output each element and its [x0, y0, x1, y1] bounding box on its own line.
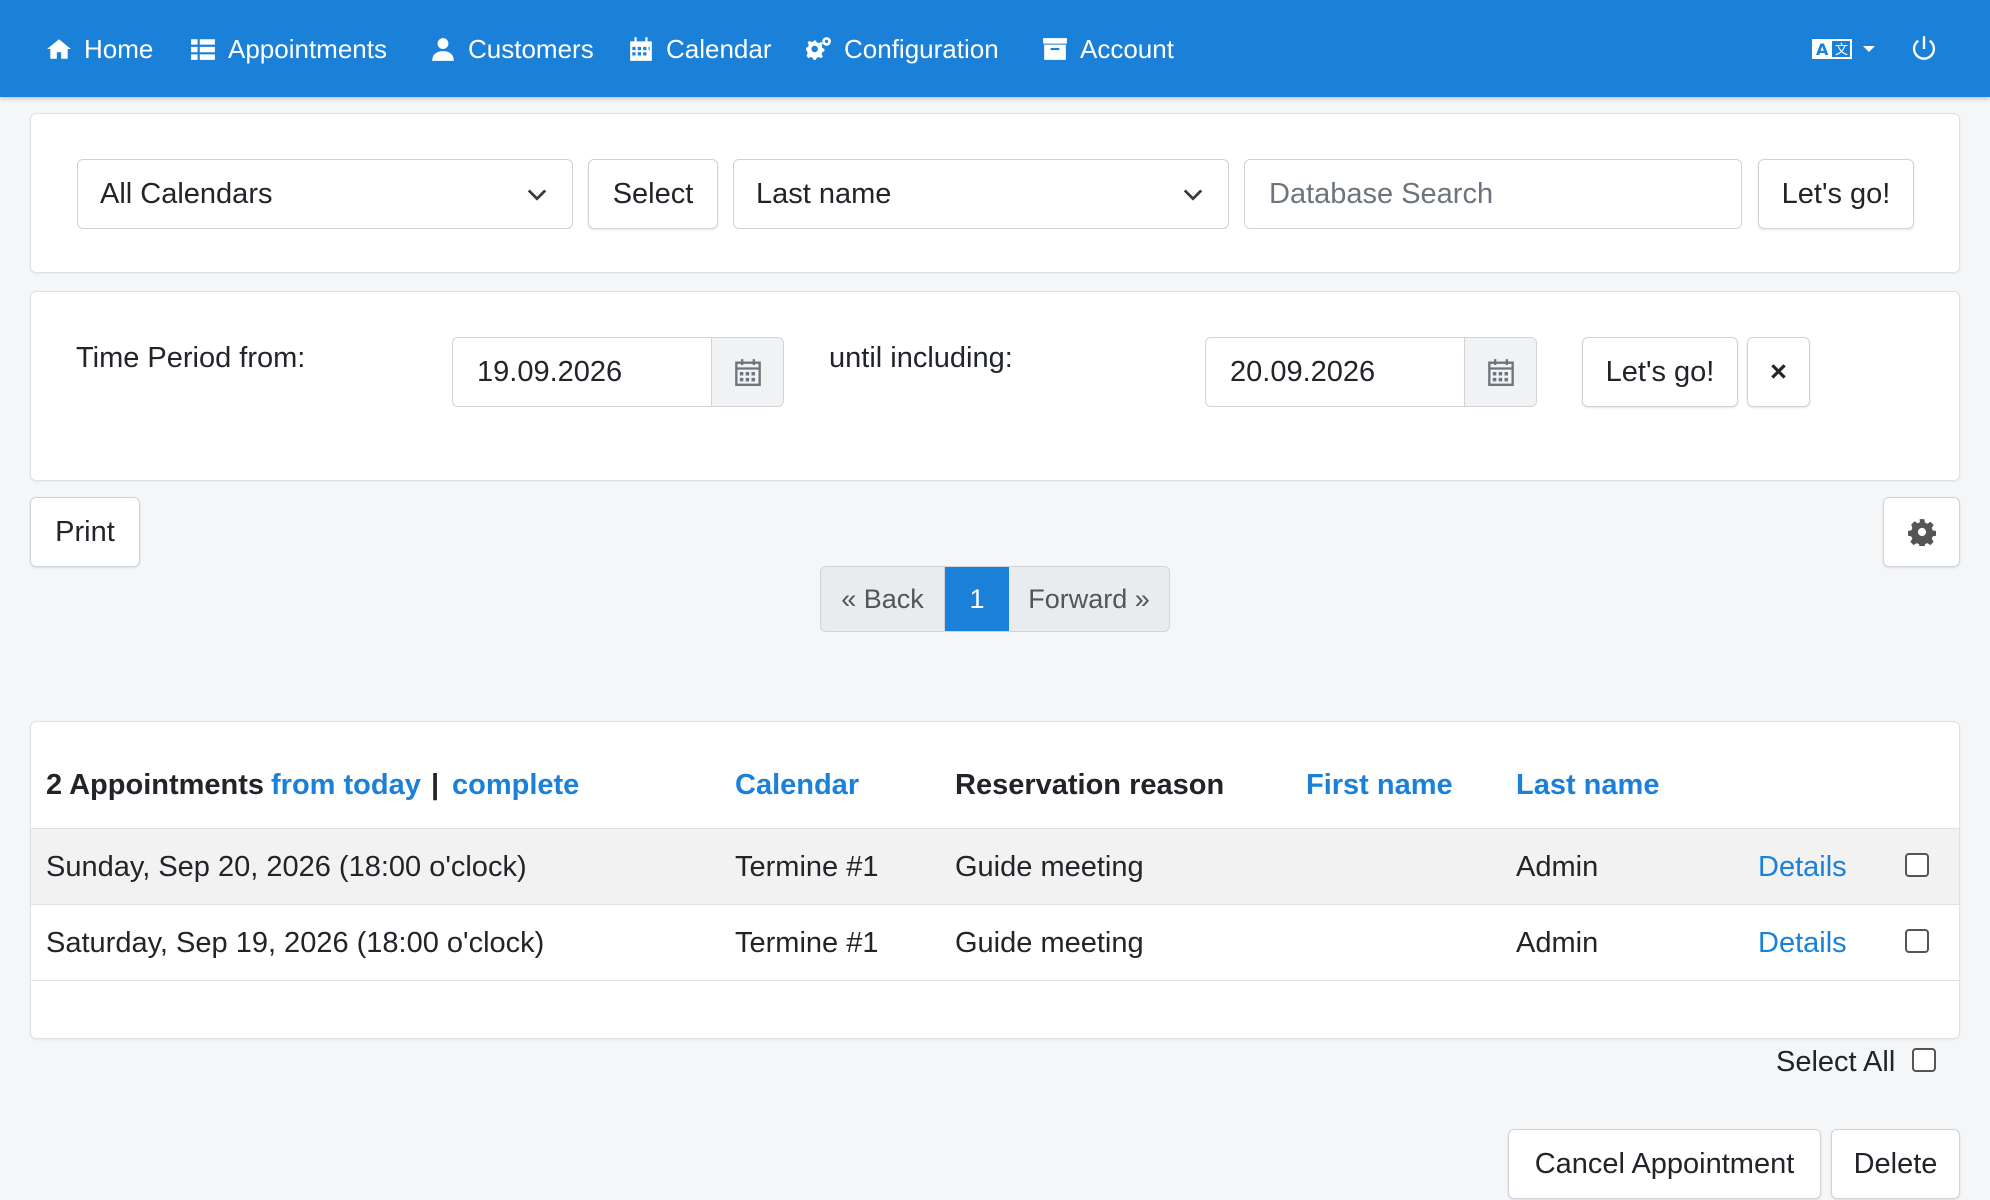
- time-period-card: Time Period from: 19.09.2026 until inclu…: [30, 291, 1960, 481]
- search-field-select[interactable]: Last name: [733, 159, 1229, 229]
- search-go-button[interactable]: Let's go!: [1758, 159, 1914, 229]
- nav-calendar[interactable]: Calendar: [628, 30, 772, 68]
- nav-appointments[interactable]: Appointments: [190, 30, 387, 68]
- gear-icon: [1907, 519, 1936, 546]
- select-calendar-button[interactable]: Select: [588, 159, 718, 229]
- table-footer-row: [31, 980, 1959, 1038]
- period-from-label: Time Period from:: [76, 342, 306, 374]
- table-row: Saturday, Sep 19, 2026 (18:00 o'clock) T…: [31, 904, 1959, 980]
- appointments-count: 2 Appointments: [46, 769, 265, 801]
- nav-home[interactable]: Home: [46, 30, 153, 68]
- date-until-input[interactable]: 20.09.2026: [1206, 338, 1464, 406]
- list-icon: [191, 39, 215, 60]
- period-go-button[interactable]: Let's go!: [1582, 337, 1738, 407]
- language-dropdown[interactable]: A 文: [1812, 30, 1876, 68]
- row-checkbox[interactable]: [1905, 853, 1929, 877]
- row-date: Saturday, Sep 19, 2026 (18:00 o'clock): [46, 927, 545, 959]
- row-last-name: Admin: [1516, 851, 1599, 883]
- filter-from-today-link[interactable]: from today: [271, 769, 421, 802]
- row-last-name: Admin: [1516, 927, 1599, 959]
- search-card: All Calendars Select Last name Database …: [30, 113, 1960, 273]
- power-icon: [1912, 36, 1936, 60]
- nav-configuration[interactable]: Configuration: [806, 30, 999, 68]
- calendar-icon: [1487, 359, 1514, 386]
- user-icon: [432, 38, 454, 61]
- date-until-picker-button[interactable]: [1464, 338, 1536, 406]
- svg-text:A: A: [1816, 40, 1829, 59]
- select-all-checkbox[interactable]: [1912, 1048, 1936, 1072]
- col-header-reason: Reservation reason: [955, 769, 1225, 801]
- print-button[interactable]: Print: [30, 497, 140, 567]
- home-icon: [47, 39, 71, 59]
- row-details-link[interactable]: Details: [1758, 851, 1847, 884]
- top-navbar: Home Appointments Customers Calendar Con…: [0, 0, 1990, 97]
- cogs-icon: [806, 37, 831, 60]
- database-search-input[interactable]: Database Search: [1244, 159, 1742, 229]
- date-from-field[interactable]: 19.09.2026: [452, 337, 784, 407]
- col-header-calendar[interactable]: Calendar: [735, 769, 859, 802]
- cancel-appointment-button[interactable]: Cancel Appointment: [1508, 1129, 1821, 1199]
- date-from-picker-button[interactable]: [711, 338, 783, 406]
- col-header-last-name[interactable]: Last name: [1516, 769, 1659, 802]
- nav-account[interactable]: Account: [1042, 30, 1174, 68]
- translate-icon: A 文: [1812, 39, 1852, 59]
- date-until-field[interactable]: 20.09.2026: [1205, 337, 1537, 407]
- row-reason: Guide meeting: [955, 927, 1144, 959]
- row-reason: Guide meeting: [955, 851, 1144, 883]
- col-header-first-name[interactable]: First name: [1306, 769, 1453, 802]
- table-row: Sunday, Sep 20, 2026 (18:00 o'clock) Ter…: [31, 828, 1959, 904]
- archive-icon: [1043, 38, 1067, 60]
- calendar-icon: [734, 359, 761, 386]
- row-date: Sunday, Sep 20, 2026 (18:00 o'clock): [46, 851, 527, 883]
- delete-button[interactable]: Delete: [1831, 1129, 1960, 1199]
- pagination: « Back 1 Forward »: [820, 566, 1170, 632]
- appointments-table-card: 2 Appointments from today | complete Cal…: [30, 721, 1960, 1039]
- svg-text:文: 文: [1835, 43, 1848, 58]
- date-from-input[interactable]: 19.09.2026: [453, 338, 711, 406]
- chevron-down-icon: [1183, 189, 1203, 201]
- logout-button[interactable]: [1910, 30, 1938, 68]
- settings-button[interactable]: [1883, 497, 1960, 567]
- clear-period-button[interactable]: ×: [1747, 337, 1810, 407]
- nav-customers[interactable]: Customers: [430, 30, 594, 68]
- row-calendar: Termine #1: [735, 851, 879, 883]
- page-back-button[interactable]: « Back: [821, 567, 945, 631]
- filter-separator: |: [431, 769, 440, 801]
- select-all-label: Select All: [1776, 1046, 1896, 1078]
- row-checkbox[interactable]: [1905, 929, 1929, 953]
- row-details-link[interactable]: Details: [1758, 927, 1847, 960]
- page-1-button[interactable]: 1: [945, 567, 1009, 631]
- calendar-icon: [630, 37, 652, 61]
- calendar-select[interactable]: All Calendars: [77, 159, 573, 229]
- filter-complete-link[interactable]: complete: [452, 769, 579, 802]
- page-forward-button[interactable]: Forward »: [1009, 567, 1169, 631]
- chevron-down-icon: [527, 189, 547, 201]
- caret-down-icon: [1863, 46, 1875, 52]
- row-calendar: Termine #1: [735, 927, 879, 959]
- period-until-label: until including:: [829, 342, 1013, 374]
